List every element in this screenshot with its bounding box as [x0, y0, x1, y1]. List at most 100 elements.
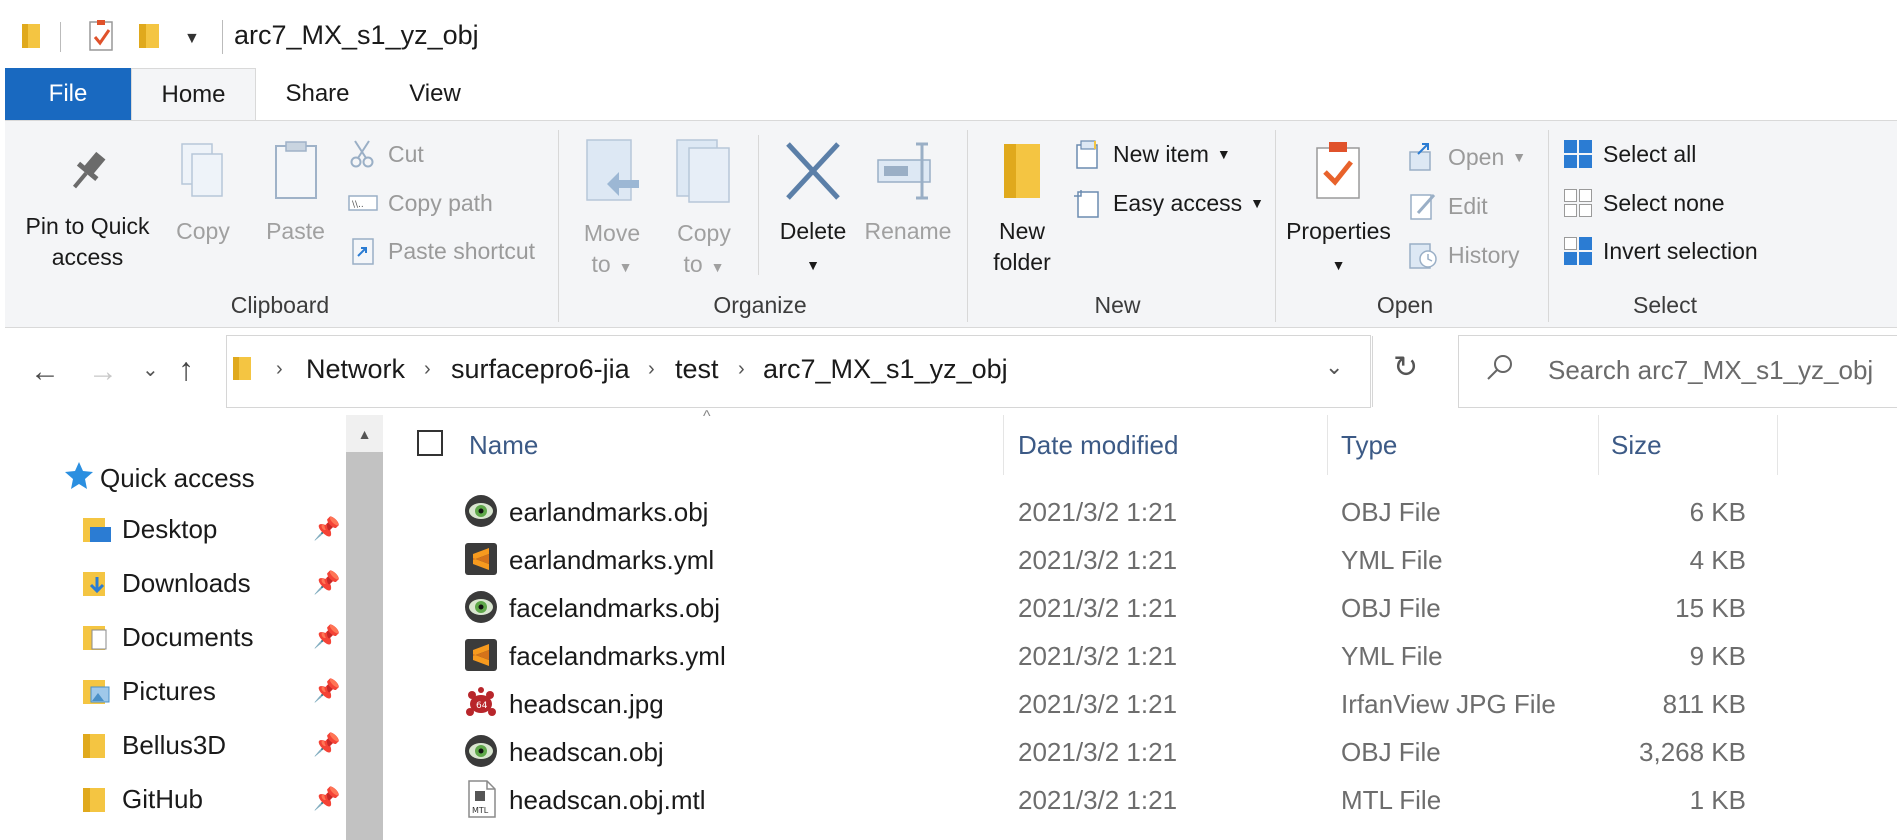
file-name: facelandmarks.obj [509, 593, 720, 623]
search-placeholder[interactable]: Search arc7_MX_s1_yz_obj [1548, 355, 1873, 386]
select-all-icon [1563, 139, 1593, 169]
invert-selection-button[interactable]: Invert selection [1563, 234, 1758, 268]
tab-view[interactable]: View [380, 68, 490, 120]
history-button[interactable]: History [1408, 238, 1520, 272]
nav-item-documents[interactable]: Documents [82, 622, 254, 653]
group-separator [1275, 130, 1276, 322]
breadcrumb-chevron-icon[interactable]: › [648, 358, 655, 381]
open-button[interactable]: Open ▼ [1408, 140, 1526, 174]
address-folder-icon [232, 354, 254, 387]
column-header-date-modified[interactable]: Date modified [1018, 430, 1178, 461]
properties-icon [1281, 140, 1396, 210]
copy-icon [168, 140, 238, 210]
irfanview-icon: 64 [464, 686, 498, 720]
address-history-chevron-icon[interactable]: ⌄ [1325, 354, 1343, 380]
back-arrow-icon[interactable]: ← [30, 355, 60, 389]
file-type: MTL File [1341, 785, 1442, 815]
copy-to-button[interactable]: Copy to ▼ [664, 138, 744, 283]
organize-group-label: Organize [713, 292, 807, 318]
group-separator [1548, 130, 1549, 322]
file-name: headscan.obj [509, 737, 664, 767]
forward-arrow-icon[interactable]: → [88, 355, 118, 389]
pin-icon[interactable]: 📌 [313, 624, 340, 650]
edit-button[interactable]: Edit [1408, 189, 1488, 223]
nav-item-downloads[interactable]: Downloads [82, 568, 251, 599]
breadcrumb-chevron-icon[interactable]: › [738, 358, 745, 381]
column-header-type[interactable]: Type [1341, 430, 1397, 461]
column-header-name[interactable]: Name [469, 430, 538, 461]
select-all-button[interactable]: Select all [1563, 137, 1696, 171]
rename-button[interactable]: Rename [858, 140, 958, 247]
tab-home[interactable]: Home [131, 68, 256, 121]
tab-file[interactable]: File [5, 68, 131, 120]
file-row[interactable]: 64 headscan.jpg 2021/3/2 1:21 IrfanView … [385, 681, 1897, 729]
file-type: OBJ File [1341, 593, 1441, 623]
nav-quick-access[interactable]: Quick access [64, 460, 255, 497]
nav-item-github[interactable]: GitHub [82, 784, 203, 815]
select-all-checkbox[interactable] [417, 430, 443, 456]
refresh-icon[interactable]: ↻ [1393, 350, 1418, 385]
nav-label-downloads: Downloads [122, 568, 251, 598]
column-separator[interactable] [1327, 415, 1328, 475]
scroll-up-arrow-icon[interactable]: ▲ [346, 415, 383, 452]
breadcrumb-surfacepro6-jia[interactable]: surfacepro6-jia [451, 354, 630, 385]
pin-icon[interactable]: 📌 [313, 570, 340, 596]
customize-toolbar-chevron-icon[interactable]: ▼ [184, 30, 200, 48]
pin-icon[interactable]: 📌 [313, 732, 340, 758]
column-separator[interactable] [1777, 415, 1778, 475]
paste-shortcut-button[interactable]: Paste shortcut [348, 234, 535, 268]
pin-icon[interactable]: 📌 [313, 516, 340, 542]
file-row[interactable]: headscan.obj 2021/3/2 1:21 OBJ File 3,26… [385, 729, 1897, 777]
paste-button[interactable]: Paste [258, 140, 333, 247]
breadcrumb-network[interactable]: Network [306, 354, 405, 385]
select-all-label: Select all [1603, 140, 1697, 167]
recent-locations-chevron-icon[interactable]: ⌄ [142, 357, 159, 382]
select-none-button[interactable]: Select none [1563, 186, 1724, 220]
scissors-icon [348, 139, 378, 169]
new-folder-quick-icon[interactable] [137, 20, 163, 55]
properties-quick-icon[interactable] [87, 20, 117, 57]
invert-selection-icon [1563, 236, 1593, 266]
copy-path-button[interactable]: \\.. Copy path [348, 186, 493, 220]
up-arrow-icon[interactable]: ↑ [178, 351, 194, 388]
breadcrumb-chevron-icon[interactable]: › [276, 358, 283, 381]
file-row[interactable]: facelandmarks.obj 2021/3/2 1:21 OBJ File… [385, 585, 1897, 633]
column-separator[interactable] [1003, 415, 1004, 475]
pictures-folder-icon [82, 679, 112, 705]
breadcrumb-current-folder[interactable]: arc7_MX_s1_yz_obj [763, 354, 1008, 385]
history-icon [1408, 240, 1438, 270]
breadcrumb-chevron-icon[interactable]: › [424, 358, 431, 381]
paste-shortcut-icon [348, 236, 378, 266]
column-header-size[interactable]: Size [1611, 430, 1662, 461]
nav-item-desktop[interactable]: Desktop [82, 514, 217, 545]
file-row[interactable]: MTL headscan.obj.mtl 2021/3/2 1:21 MTL F… [385, 777, 1897, 825]
easy-access-button[interactable]: Easy access ▼ [1073, 186, 1264, 220]
move-to-icon [572, 138, 652, 212]
pin-to-quick-access-button[interactable]: Pin to Quick access [15, 145, 160, 273]
new-folder-button[interactable]: New folder [982, 140, 1062, 278]
file-date: 2021/3/2 1:21 [1018, 785, 1178, 815]
pin-icon[interactable]: 📌 [313, 786, 340, 812]
nav-item-pictures[interactable]: Pictures [82, 676, 216, 707]
easy-access-icon [1073, 188, 1103, 218]
delete-button[interactable]: Delete ▼ [768, 140, 858, 281]
pin-icon[interactable]: 📌 [313, 678, 340, 704]
file-size: 811 KB [1662, 689, 1746, 719]
tab-share[interactable]: Share [260, 68, 375, 120]
titlebar-separator [60, 22, 61, 52]
file-row[interactable]: earlandmarks.obj 2021/3/2 1:21 OBJ File … [385, 489, 1897, 537]
file-row[interactable]: earlandmarks.yml 2021/3/2 1:21 YML File … [385, 537, 1897, 585]
file-date: 2021/3/2 1:21 [1018, 593, 1178, 623]
documents-folder-icon [82, 625, 112, 651]
file-row[interactable]: facelandmarks.yml 2021/3/2 1:21 YML File… [385, 633, 1897, 681]
column-separator[interactable] [1598, 415, 1599, 475]
new-item-button[interactable]: New item ▼ [1073, 137, 1231, 171]
nav-scrollbar-thumb[interactable] [346, 452, 383, 840]
file-type: OBJ File [1341, 497, 1441, 527]
copy-button[interactable]: Copy [168, 140, 238, 247]
properties-button[interactable]: Properties ▼ [1281, 140, 1396, 281]
breadcrumb-test[interactable]: test [675, 354, 719, 385]
move-to-button[interactable]: Move to ▼ [572, 138, 652, 283]
nav-item-bellus3d[interactable]: Bellus3D [82, 730, 226, 761]
cut-button[interactable]: Cut [348, 137, 424, 171]
